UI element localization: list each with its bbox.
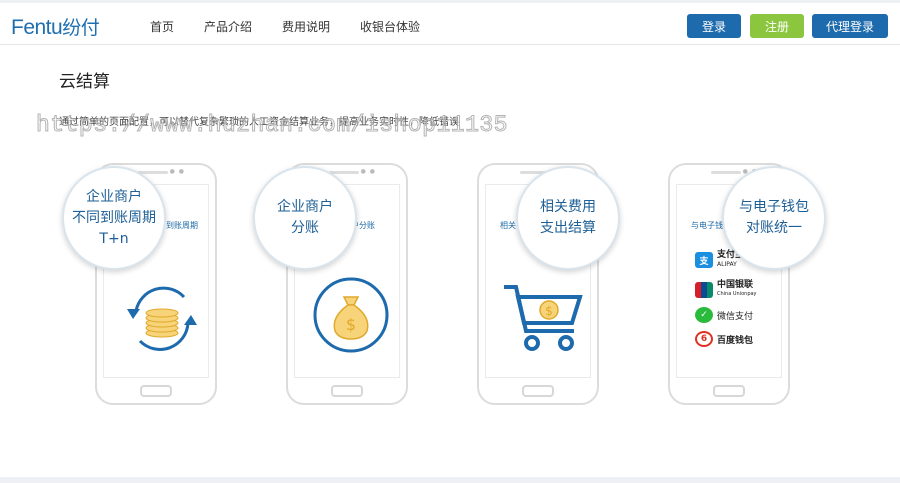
- home-button: [331, 385, 363, 397]
- screen-label: 相关: [500, 221, 516, 230]
- bubble-line: 分账: [291, 220, 319, 236]
- home-button: [522, 385, 554, 397]
- screen-label: 与电子钱: [691, 221, 723, 230]
- money-bag-icon: $: [313, 277, 389, 353]
- nav-cashier-demo[interactable]: 收银台体验: [360, 18, 420, 35]
- screen-label: 到账周期: [166, 221, 198, 230]
- page-title: 云结算: [59, 72, 110, 92]
- bubble-line: 支出结算: [540, 220, 596, 236]
- main-nav: 首页 产品介绍 费用说明 收银台体验: [150, 18, 450, 35]
- bubble-line: 相关费用: [540, 199, 596, 215]
- wechat-pay-icon: ✓: [695, 307, 713, 323]
- feature-bubble: 与电子钱包 对账统一: [722, 166, 826, 270]
- shopping-cart-icon: $: [504, 285, 583, 351]
- footer-bar: [0, 477, 900, 483]
- bubble-line: 对账统一: [746, 220, 802, 236]
- brand-logo[interactable]: Fentu纷付: [11, 13, 100, 40]
- unionpay-icon: [695, 282, 713, 298]
- payment-baidu: 6 百度钱包: [695, 331, 753, 347]
- logo-cn: 纷付: [62, 17, 100, 39]
- refresh-coins-icon: [127, 286, 197, 351]
- login-button[interactable]: 登录: [687, 14, 741, 38]
- bubble-line: 与电子钱包: [739, 199, 809, 215]
- svg-text:$: $: [545, 304, 553, 318]
- nav-pricing[interactable]: 费用说明: [282, 18, 330, 35]
- alipay-icon: 支: [695, 252, 713, 268]
- watermark: https://www.huzhan.com/ishop11135: [36, 112, 508, 139]
- home-button: [713, 385, 745, 397]
- logo-text: Fentu: [11, 16, 63, 39]
- feature-bubble: 企业商户 分账: [253, 166, 357, 270]
- nav-home[interactable]: 首页: [150, 18, 174, 35]
- top-header: Fentu纷付 首页 产品介绍 费用说明 收银台体验 登录 注册 代理登录: [0, 0, 900, 45]
- agent-login-button[interactable]: 代理登录: [812, 14, 888, 38]
- bubble-line: 企业商户: [86, 188, 142, 205]
- feature-bubble: 相关费用 支出结算: [516, 166, 620, 270]
- bubble-line: T+n: [99, 230, 129, 247]
- register-button[interactable]: 注册: [750, 14, 804, 38]
- feature-bubble: 企业商户 不同到账周期 T+n: [62, 166, 166, 270]
- bubble-line: 不同到账周期: [72, 209, 156, 226]
- baidu-wallet-icon: 6: [695, 331, 713, 347]
- bubble-line: 企业商户: [277, 199, 333, 215]
- nav-products[interactable]: 产品介绍: [204, 18, 252, 35]
- svg-text:$: $: [346, 315, 356, 334]
- home-button: [140, 385, 172, 397]
- payment-unionpay: 中国银联 China Unionpay: [695, 281, 757, 299]
- payment-wechat: ✓ 微信支付: [695, 307, 753, 323]
